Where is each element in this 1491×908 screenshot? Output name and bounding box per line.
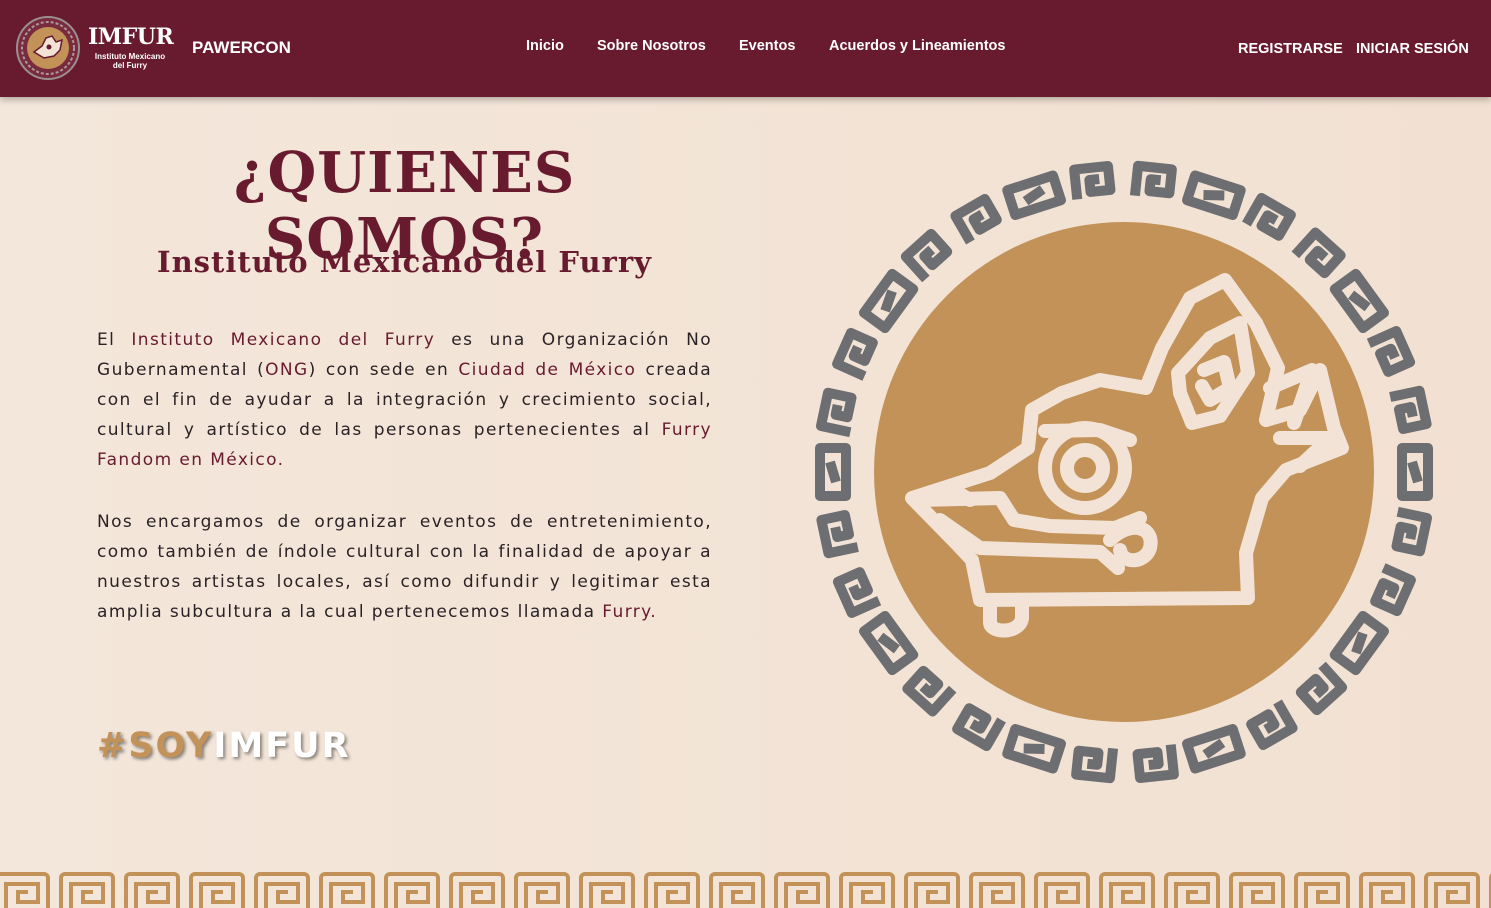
ring-glyph: [1242, 192, 1296, 241]
ring-glyph: [1329, 610, 1390, 676]
fret-tile: [189, 872, 245, 908]
ring-glyph: [1329, 268, 1390, 334]
imfur-logo-icon[interactable]: [16, 16, 80, 80]
ring-glyph: [1002, 170, 1066, 221]
fret-tile: [384, 872, 440, 908]
about-paragraph-1: El Instituto Mexicano del Furry es una O…: [97, 325, 712, 475]
hashtag-soyimfur: #SOYIMFUR: [97, 726, 351, 766]
fret-tile: [1229, 872, 1285, 908]
nav-item-inicio[interactable]: Inicio: [526, 38, 564, 54]
nav-item-sobre-nosotros[interactable]: Sobre Nosotros: [597, 38, 706, 54]
hashtag-part-imfur: IMFUR: [213, 726, 351, 766]
fret-tile: [1164, 872, 1220, 908]
top-navbar: IMFUR Instituto Mexicano del Furry PAWER…: [0, 0, 1491, 97]
ring-glyph: [902, 665, 957, 717]
p1-highlight-cdmx: Ciudad de México: [458, 360, 637, 380]
p1-text-1: El: [97, 330, 132, 350]
about-paragraph-2: Nos encargamos de organizar eventos de e…: [97, 507, 712, 627]
ring-glyph: [1129, 160, 1177, 199]
ring-glyph: [858, 268, 919, 334]
ring-glyph: [1397, 443, 1433, 501]
register-link[interactable]: REGISTRARSE: [1238, 41, 1343, 57]
ring-glyph: [1071, 745, 1119, 784]
ring-glyph: [815, 443, 851, 501]
ring-glyph: [1366, 326, 1416, 377]
fret-tile: [514, 872, 570, 908]
fret-tile: [969, 872, 1025, 908]
fret-tile: [449, 872, 505, 908]
ring-glyph: [815, 387, 857, 438]
ring-glyph: [1389, 385, 1432, 435]
logo-subtitle-line1: Instituto Mexicano: [94, 52, 166, 61]
logo-wordmark[interactable]: IMFUR: [88, 26, 174, 48]
ring-glyph: [952, 703, 1006, 752]
ring-glyph: [1370, 563, 1416, 617]
logo-subtitle-line2: del Furry: [112, 61, 148, 70]
login-link[interactable]: INICIAR SESIÓN: [1356, 41, 1469, 57]
ring-glyph: [1069, 161, 1116, 200]
ring-glyph: [832, 327, 878, 381]
p1-text-3: ) con sede en: [308, 360, 459, 380]
ring-glyph: [1391, 506, 1433, 557]
ring-glyph: [950, 193, 1002, 245]
fret-tile: [1424, 872, 1480, 908]
ring-glyph: [900, 228, 953, 283]
fret-tile: [254, 872, 310, 908]
ring-glyph: [1002, 723, 1066, 774]
fret-tile: [1294, 872, 1350, 908]
fret-tile: [319, 872, 375, 908]
p2-highlight-furry: Furry.: [602, 602, 658, 622]
fret-tile: [579, 872, 635, 908]
fret-tile: [774, 872, 830, 908]
ring-glyph: [858, 610, 919, 676]
brand-pawercon-link[interactable]: PAWERCON: [192, 38, 291, 58]
fret-tile: [0, 872, 50, 908]
p1-highlight-imfur: Instituto Mexicano del Furry: [131, 330, 436, 350]
fret-tile: [644, 872, 700, 908]
fret-tile: [709, 872, 765, 908]
fret-tile: [904, 872, 960, 908]
fret-tile: [1359, 872, 1415, 908]
ring-glyph: [1182, 170, 1246, 221]
ring-glyph: [832, 567, 882, 618]
coyote-emblem-icon: [815, 160, 1433, 784]
ring-glyph: [816, 509, 859, 559]
nav-item-eventos[interactable]: Eventos: [739, 38, 795, 54]
page-subtitle: Instituto Mexicano del Furry: [157, 245, 652, 279]
aztec-border-pattern: [0, 872, 1491, 908]
ring-glyph: [1132, 744, 1179, 783]
ring-glyph: [1246, 699, 1298, 751]
hashtag-part-soy: #SOY: [97, 726, 214, 766]
p1-highlight-ong: ONG: [265, 360, 309, 380]
ring-glyph: [1182, 723, 1246, 774]
ring-glyph: [1295, 661, 1348, 716]
fret-tile: [124, 872, 180, 908]
logo-subtitle: Instituto Mexicano del Furry: [90, 52, 170, 70]
ring-glyph: [1291, 227, 1346, 279]
fret-tile: [839, 872, 895, 908]
nav-item-acuerdos[interactable]: Acuerdos y Lineamientos: [829, 38, 1005, 54]
fret-tile: [1034, 872, 1090, 908]
fret-tile: [59, 872, 115, 908]
fret-tile: [1099, 872, 1155, 908]
